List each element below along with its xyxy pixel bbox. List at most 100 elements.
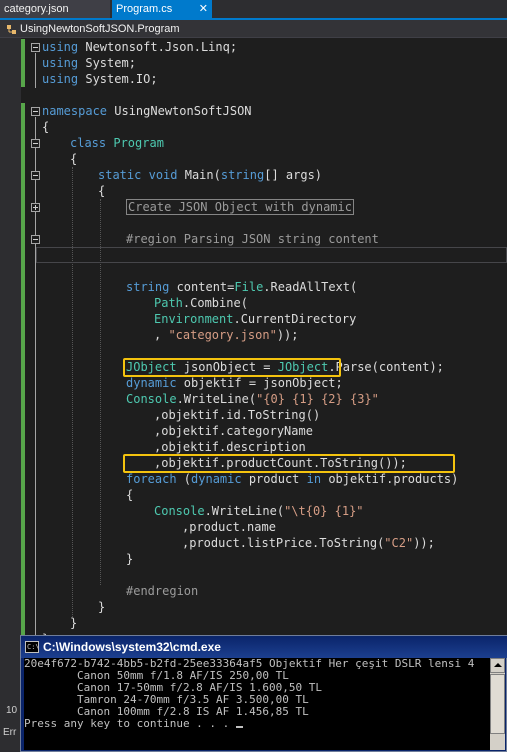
code-token: UsingNewtonSoftJSON [107,104,252,118]
code-line: Console.WriteLine("\t{0} {1}" [0,503,507,519]
code-line: , "category.json")); [0,327,507,343]
code-line: Create JSON Object with dynamic [0,199,507,215]
code-line: { [0,151,507,167]
console-line: Press any key to continue . . . [24,718,490,730]
code-token: File [234,280,264,294]
code-token: )); [276,328,299,342]
code-token: product [241,472,307,486]
code-token: System; [78,56,136,70]
nav-type-label: UsingNewtonSoftJSON.Program [20,23,180,35]
code-token: .Combine( [182,296,248,310]
navigation-bar[interactable]: UsingNewtonSoftJSON.Program [0,20,507,38]
code-token: } [126,552,134,566]
partial-label: Err [3,727,17,738]
code-token: using [42,72,79,86]
code-token: void [148,168,178,182]
code-token: Program [113,136,164,150]
region-directive: #endregion [126,584,199,598]
code-token: using [42,40,79,54]
code-token: ( [176,472,192,486]
code-token: } [98,600,106,614]
code-token: )); [413,536,435,550]
code-line: { [0,119,507,135]
cmd-icon-text: C:\ [27,643,40,651]
tab-program-cs[interactable]: Program.cs ✕ [112,0,212,18]
code-line: Path.Combine( [0,295,507,311]
code-line: Environment.CurrentDirectory [0,311,507,327]
code-line: } [0,599,507,615]
collapsed-region-label[interactable]: Create JSON Object with dynamic [126,199,354,215]
annotation-box-foreach [123,454,455,473]
scroll-thumb[interactable] [490,674,505,734]
code-line: string content=File.ReadAllText( [0,279,507,295]
code-token: string [126,280,170,294]
code-token: "C2" [384,536,414,550]
tab-category-json[interactable]: category.json [0,0,110,18]
scroll-up-icon[interactable] [490,658,505,673]
code-token: { [126,488,134,502]
code-line: foreach (dynamic product in objektif.pro… [0,471,507,487]
console-prompt: Press any key to continue . . . [24,717,230,730]
code-token: Console [126,392,177,406]
code-token: string [220,168,265,182]
class-icon [7,25,16,34]
code-line: using Newtonsoft.Json.Linq; [0,39,507,55]
code-token: Main( [177,168,221,182]
code-line: ,product.listPrice.ToString("C2")); [0,535,507,551]
code-token: ,objektif.categoryName [154,424,313,438]
code-token: dynamic [191,472,242,486]
console-window[interactable]: C:\ C:\Windows\system32\cmd.exe 20e4f672… [20,635,507,752]
code-token: .WriteLine( [204,504,285,518]
code-line: ,objektif.categoryName [0,423,507,439]
code-lines: using Newtonsoft.Json.Linq; using System… [0,39,507,635]
code-token: ,objektif.id.ToString() [154,408,321,422]
console-title: C:\Windows\system32\cmd.exe [43,640,221,654]
code-token: foreach [126,472,177,486]
code-token: [] args) [264,168,323,182]
code-token: Path [154,296,183,310]
annotation-box-dynamic [123,358,341,377]
tab-label: Program.cs [116,3,173,15]
code-token: using [42,56,79,70]
code-editor[interactable]: using Newtonsoft.Json.Linq; using System… [0,38,507,635]
collapse-icon[interactable] [31,139,40,148]
code-line: namespace UsingNewtonSoftJSON [0,103,507,119]
code-token: ,objektif.description [154,440,306,454]
collapse-icon[interactable] [31,235,40,244]
console-title-bar[interactable]: C:\ C:\Windows\system32\cmd.exe [21,636,507,658]
code-token: namespace [42,104,108,118]
code-line: class Program [0,135,507,151]
close-icon[interactable]: ✕ [199,0,208,18]
region-directive: #region Parsing JSON string content [126,232,379,246]
expand-icon[interactable] [31,203,40,212]
code-token: .CurrentDirectory [233,312,357,326]
code-token: static [98,168,142,182]
code-token: .Parse(content); [328,360,444,374]
code-token: "{0} {1} {2} {3}" [256,392,379,406]
code-line: ,objektif.description [0,439,507,455]
code-line: Console.WriteLine("{0} {1} {2} {3}" [0,391,507,407]
console-output[interactable]: 20e4f672-b742-4bb5-b2fd-25ee33364af5 Obj… [24,658,490,750]
code-token: { [70,152,78,166]
code-line: ,product.name [0,519,507,535]
collapse-icon[interactable] [31,107,40,116]
code-token: { [98,184,106,198]
cmd-icon[interactable]: C:\ [25,641,40,653]
code-token: in [306,472,322,486]
collapse-icon[interactable] [31,43,40,52]
code-line: ,objektif.id.ToString() [0,407,507,423]
code-token: System.IO; [78,72,158,86]
code-token: objektif.products) [321,472,459,486]
code-token: objektif = jsonObject; [176,376,343,390]
console-scrollbar[interactable] [490,658,505,750]
code-token: } [70,616,78,630]
code-token: Environment [154,312,234,326]
collapse-icon[interactable] [31,171,40,180]
code-line: dynamic objektif = jsonObject; [0,375,507,391]
